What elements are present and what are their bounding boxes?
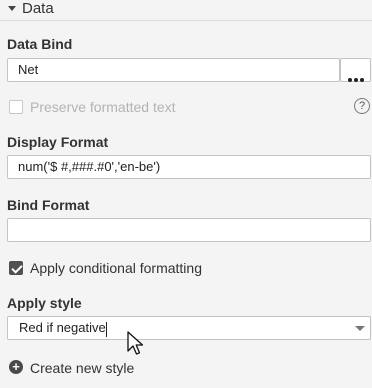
help-icon[interactable]: ? <box>354 98 370 114</box>
data-bind-more-button[interactable] <box>340 58 371 82</box>
preserve-formatted-label: Preserve formatted text <box>30 99 176 115</box>
section-header-data[interactable]: Data <box>0 0 372 21</box>
conditional-formatting-checkbox[interactable] <box>9 261 23 275</box>
bind-format-input[interactable] <box>7 218 371 242</box>
section-title: Data <box>22 0 54 17</box>
create-new-style-link[interactable]: Create new style <box>30 360 134 376</box>
data-bind-label: Data Bind <box>7 36 73 52</box>
mouse-pointer-icon <box>127 331 144 355</box>
chevron-down-icon[interactable] <box>355 326 365 331</box>
apply-style-select[interactable]: Red if negative <box>7 316 371 340</box>
data-bind-input[interactable]: Net <box>7 58 340 82</box>
conditional-formatting-label: Apply conditional formatting <box>30 260 202 276</box>
display-format-input[interactable]: num('$ #,###.#0','en-be') <box>7 155 371 179</box>
bind-format-label: Bind Format <box>7 197 90 213</box>
text-caret <box>106 322 107 337</box>
preserve-formatted-checkbox[interactable] <box>9 100 23 114</box>
apply-style-label: Apply style <box>7 295 82 311</box>
caret-down-icon[interactable] <box>8 6 16 11</box>
display-format-label: Display Format <box>7 134 109 150</box>
ellipsis-icon <box>348 69 366 87</box>
add-circle-icon[interactable]: + <box>9 360 23 374</box>
